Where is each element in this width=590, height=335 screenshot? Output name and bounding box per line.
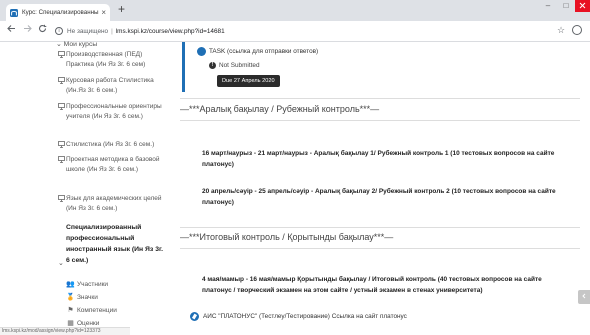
sidebar-course-item[interactable]: Курсовая работа Стилистика (Ин.Яз 3г. 6 … [58, 76, 168, 96]
tab-title: Курс: Специализированный пр [22, 9, 100, 16]
section-divider [180, 98, 580, 99]
sidebar-course-item[interactable]: Профессиональные ориентиры учителя (Ин Я… [58, 102, 168, 122]
sidebar-course-item[interactable]: Производственная (ПЕД) Практика (Ин Яз 3… [58, 50, 168, 70]
course-icon [58, 103, 65, 110]
section-item-text: 4 мая/мамыр - 16 мая/мамыр Қорытынды бақ… [202, 276, 542, 294]
section-divider [180, 120, 580, 121]
section-divider [180, 227, 580, 228]
status-bar-url: lms.kspi.kz/mod/assign/view.php?id=12337… [0, 327, 130, 335]
assignment-link[interactable]: TASK (ссылка для отправки ответов) [197, 47, 318, 56]
window-maximize-button[interactable]: □ [558, 0, 574, 12]
moodle-favicon-icon [10, 8, 18, 17]
back-button[interactable] [7, 24, 16, 38]
competencies-icon: ⚑ [67, 307, 74, 314]
section-divider [180, 248, 580, 249]
reload-button[interactable] [38, 24, 47, 38]
course-sidebar: ⌄ Мои курсы Производственная (ПЕД) Практ… [0, 40, 170, 335]
close-icon [579, 3, 586, 9]
chevron-down-icon[interactable]: ⌄ [58, 259, 64, 267]
submission-status: ! Not Submitted [209, 62, 260, 69]
sidebar-item-competencies[interactable]: ⚑ Компетенции [66, 306, 117, 315]
window-close-button[interactable] [575, 0, 590, 12]
assignment-activity: TASK (ссылка для отправки ответов) ! Not… [182, 42, 562, 92]
sidebar-course-item[interactable]: Проектная методика в базовой школе (Ин Я… [58, 155, 168, 175]
browser-tabbar: Курс: Специализированный пр × + – □ [0, 0, 590, 21]
url-separator: | [111, 27, 113, 35]
section-title: —***Итоговый контроль / Қорытынды бақыла… [180, 232, 394, 242]
arrow-left-icon [7, 25, 15, 32]
new-tab-button[interactable]: + [118, 3, 125, 15]
section-item-text: 16 март/наурыз - 21 март/наурыз - Аралық… [202, 150, 555, 168]
course-icon [58, 156, 65, 163]
section-item-text: 20 апрель/сәуір - 25 апрель/сәуір - Арал… [202, 188, 556, 206]
sidebar-item-grades[interactable]: ▦ Оценки [66, 319, 99, 328]
window-minimize-button[interactable]: – [540, 0, 556, 12]
course-icon [58, 195, 65, 202]
participants-icon: 👥 [66, 281, 75, 288]
account-icon[interactable] [572, 25, 582, 35]
course-icon [58, 141, 65, 148]
arrow-right-icon [24, 25, 32, 32]
badges-icon: 🏅 [66, 294, 75, 301]
sidebar-course-item[interactable]: Язык для академических целей (Ин Яз 3г. … [58, 194, 168, 214]
info-icon: ! [209, 62, 216, 69]
ais-platonus-link[interactable]: АИС "ПЛАТОНУС" (Тестлеу/Тестирование) Сс… [190, 312, 407, 321]
chevron-left-icon [582, 293, 586, 299]
bookmark-star-icon[interactable]: ☆ [557, 26, 565, 35]
tab-close-icon[interactable]: × [101, 8, 106, 17]
browser-tab[interactable]: Курс: Специализированный пр × [6, 4, 110, 21]
my-courses-header[interactable]: ⌄ Мои курсы [56, 40, 97, 48]
address-bar: i Не защищено | lms.kspi.kz/course/view.… [0, 21, 590, 42]
forward-button[interactable] [23, 24, 32, 38]
assignment-icon [197, 47, 206, 56]
due-date-badge: Due 27 Апрель 2020 [217, 75, 280, 87]
sidebar-item-participants[interactable]: 👥 Участники [66, 280, 108, 289]
security-label: Не защищено [67, 27, 109, 35]
sidebar-course-item[interactable]: Стилистика (Ин Яз 3г. 6 сем.) [58, 140, 168, 150]
course-content: TASK (ссылка для отправки ответов) ! Not… [170, 42, 590, 335]
reload-icon [38, 24, 47, 32]
sidebar-item-badges[interactable]: 🏅 Значки [66, 293, 98, 302]
scroll-to-top-button[interactable] [578, 290, 590, 304]
current-course-title[interactable]: Специализированный профессиональный инос… [66, 222, 166, 266]
url-link-icon [190, 312, 199, 321]
course-icon [58, 77, 65, 84]
course-icon [58, 51, 65, 58]
section-title: —***Аралық бақылау / Рубежный контроль**… [180, 104, 380, 114]
url-field[interactable]: i Не защищено | lms.kspi.kz/course/view.… [55, 24, 565, 38]
chevron-down-icon: ⌄ [56, 41, 62, 48]
info-icon[interactable]: i [55, 27, 63, 35]
url-text: lms.kspi.kz/course/view.php?id=14681 [115, 27, 225, 35]
grades-icon: ▦ [67, 320, 74, 327]
